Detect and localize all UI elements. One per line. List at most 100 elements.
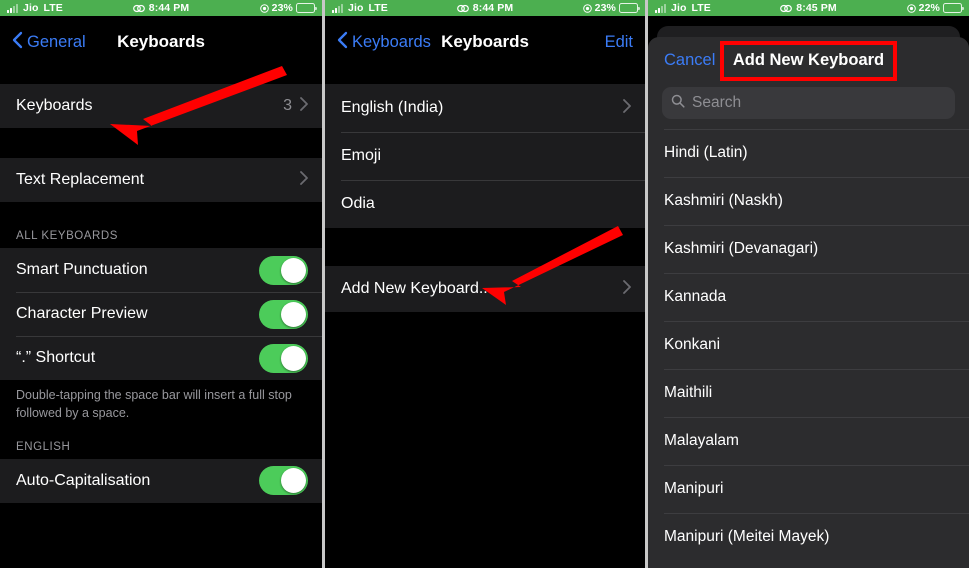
navigation-bar: Keyboards Keyboards Edit [325,16,645,68]
back-button-label: General [27,32,86,51]
row-odia[interactable]: Odia [325,180,645,228]
row-keyboards-label: Keyboards [16,97,93,114]
row-text-replacement-label: Text Replacement [16,171,145,188]
spacer [325,68,645,84]
chevron-left-icon [337,31,348,54]
toggle-character-preview[interactable] [259,299,308,329]
footnote-period-shortcut: Double-tapping the space bar will insert… [0,380,322,423]
group-all-keyboards: Smart Punctuation Character Preview “.” … [0,248,322,380]
list-item-hindi-latin[interactable]: Hindi (Latin) [648,129,969,177]
network-type-label: LTE [368,2,388,14]
toggle-period-shortcut[interactable] [259,343,308,373]
row-keyboards[interactable]: Keyboards 3 [0,84,322,128]
list-item-malayalam[interactable]: Malayalam [648,417,969,465]
row-english-india[interactable]: English (India) [325,84,645,132]
chevron-right-icon [300,96,308,116]
list-item-label: Maithili [664,384,713,401]
chevron-right-icon [300,170,308,190]
back-button-keyboards[interactable]: Keyboards [337,31,431,54]
row-auto-capitalisation-label: Auto-Capitalisation [16,471,151,489]
search-icon [671,94,685,113]
list-item-konkani[interactable]: Konkani [648,321,969,369]
chain-link-icon [132,4,145,13]
list-item-kashmiri-naskh[interactable]: Kashmiri (Naskh) [648,177,969,225]
status-bar-right: 23% [582,2,640,14]
carrier-label: Jio [23,2,39,14]
screenshot-root: Jio LTE 8:44 PM 23% General Keyboards Ke… [0,0,969,568]
chain-link-icon [456,4,469,13]
carrier-label: Jio [348,2,364,14]
sheet-title: Add New Keyboard [719,40,898,81]
list-item-manipuri[interactable]: Manipuri [648,465,969,513]
battery-icon [943,3,964,13]
edit-button[interactable]: Edit [605,33,633,52]
back-button-label: Keyboards [352,32,431,51]
list-item-label: Hindi (Latin) [664,144,748,161]
status-bar: Jio LTE 8:45 PM 22% [648,0,969,16]
row-character-preview[interactable]: Character Preview [0,292,322,336]
network-type-label: LTE [691,2,711,14]
add-keyboard-sheet: Cancel Add New Keyboard Search Hindi (La… [648,37,969,568]
row-text-replacement[interactable]: Text Replacement [0,158,322,202]
panel-keyboards-settings: Jio LTE 8:44 PM 23% General Keyboards Ke… [0,0,322,568]
list-item-label: Kashmiri (Devanagari) [664,240,819,257]
location-services-icon [582,3,592,13]
section-header-all-keyboards: ALL KEYBOARDS [0,202,322,248]
row-keyboards-value: 3 [283,97,292,114]
row-period-shortcut-label: “.” Shortcut [16,349,96,366]
list-item-manipuri-meitei-mayek[interactable]: Manipuri (Meitei Mayek) [648,513,969,561]
list-item-maithili[interactable]: Maithili [648,369,969,417]
row-emoji[interactable]: Emoji [325,132,645,180]
language-list: Hindi (Latin) Kashmiri (Naskh) Kashmiri … [648,129,969,561]
spacer [0,128,322,158]
row-odia-label: Odia [341,195,375,212]
carrier-label: Jio [671,2,687,14]
toggle-auto-capitalisation[interactable] [259,466,308,495]
row-smart-punctuation-label: Smart Punctuation [16,261,148,278]
chevron-left-icon [12,31,23,54]
list-item-kannada[interactable]: Kannada [648,273,969,321]
status-bar-right: 22% [906,2,964,14]
clock-label: 8:45 PM [796,2,837,14]
signal-bars-icon [7,3,18,13]
row-character-preview-label: Character Preview [16,305,148,322]
clock-label: 8:44 PM [472,2,514,14]
cancel-button[interactable]: Cancel [664,51,715,70]
spacer [0,68,322,84]
list-item-label: Manipuri (Meitei Mayek) [664,528,830,545]
list-item-label: Kashmiri (Naskh) [664,192,783,209]
search-input[interactable]: Search [662,87,955,119]
section-header-english: ENGLISH [0,422,322,459]
panel-add-new-keyboard: Jio LTE 8:45 PM 22% Cancel Add New Keybo… [648,0,969,568]
row-auto-capitalisation[interactable]: Auto-Capitalisation [0,458,322,503]
back-button-general[interactable]: General [12,31,86,54]
status-bar-left: Jio LTE [7,2,63,14]
list-item-label: Kannada [664,288,727,305]
battery-icon [296,3,317,13]
row-emoji-label: Emoji [341,147,382,164]
list-item-kashmiri-devanagari[interactable]: Kashmiri (Devanagari) [648,225,969,273]
toggle-knob [281,468,306,493]
location-services-icon [906,3,916,13]
toggle-smart-punctuation[interactable] [259,255,308,285]
signal-bars-icon [655,3,666,13]
search-placeholder: Search [692,94,742,111]
row-smart-punctuation[interactable]: Smart Punctuation [0,248,322,292]
clock-label: 8:44 PM [148,2,190,14]
row-add-new-keyboard[interactable]: Add New Keyboard... [325,266,645,312]
list-item-label: Malayalam [664,432,739,449]
status-bar-left: Jio LTE [655,2,711,14]
status-bar: Jio LTE 8:44 PM 23% [0,0,322,16]
chain-link-icon [780,4,793,13]
panel-keyboards-list: Jio LTE 8:44 PM 23% Keyboards Keyboards … [325,0,645,568]
row-add-new-keyboard-label: Add New Keyboard... [341,280,493,297]
group-text-replacement: Text Replacement [0,158,322,202]
row-period-shortcut[interactable]: “.” Shortcut [0,336,322,380]
signal-bars-icon [332,3,343,13]
location-services-icon [259,3,269,13]
network-type-label: LTE [43,2,63,14]
navigation-bar: General Keyboards [0,16,322,68]
list-item-label: Konkani [664,336,721,353]
status-bar-right: 23% [259,2,317,14]
row-english-india-label: English (India) [341,99,444,116]
